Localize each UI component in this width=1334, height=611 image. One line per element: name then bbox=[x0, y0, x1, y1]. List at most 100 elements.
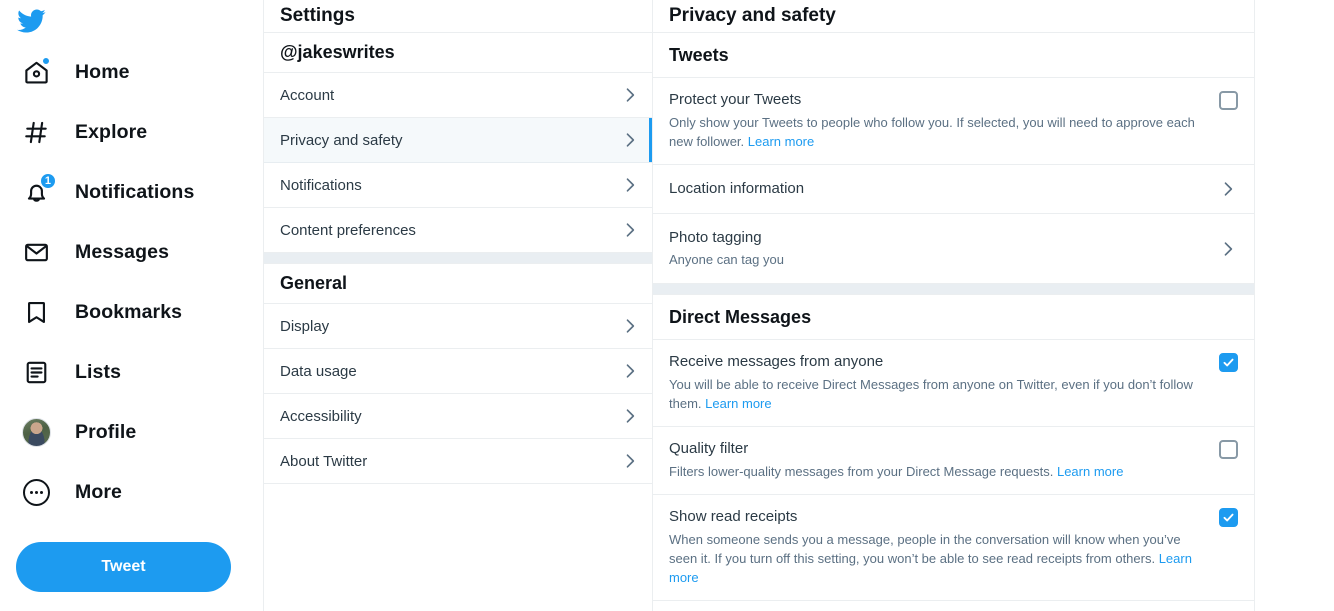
sidebar-label-home: Home bbox=[75, 61, 130, 84]
avatar bbox=[14, 410, 58, 454]
home-icon bbox=[14, 50, 58, 94]
setting-show-read-receipts[interactable]: Show read receipts When someone sends yo… bbox=[653, 495, 1254, 601]
settings-item-label: Display bbox=[280, 318, 620, 335]
twitter-settings-page: Home Explore 1 Notifications bbox=[0, 0, 1334, 611]
setting-text: Show read receipts When someone sends yo… bbox=[669, 507, 1219, 587]
setting-title: Location information bbox=[669, 179, 1204, 199]
protect-tweets-checkbox[interactable] bbox=[1219, 91, 1238, 110]
section-title: Direct Messages bbox=[669, 307, 811, 328]
sidebar-label-notifications: Notifications bbox=[75, 181, 194, 204]
setting-description-text: When someone sends you a message, people… bbox=[669, 532, 1181, 566]
settings-item-label: Accessibility bbox=[280, 408, 620, 425]
chevron-right-icon bbox=[620, 220, 640, 240]
detail-title: Privacy and safety bbox=[669, 5, 836, 27]
settings-item-privacy-and-safety[interactable]: Privacy and safety bbox=[264, 118, 652, 163]
quality-filter-checkbox[interactable] bbox=[1219, 440, 1238, 459]
hashtag-icon bbox=[14, 110, 58, 154]
chevron-right-icon bbox=[620, 130, 640, 150]
sidebar-item-bookmarks[interactable]: Bookmarks bbox=[10, 282, 263, 342]
sidebar-label-bookmarks: Bookmarks bbox=[75, 301, 182, 324]
setting-photo-tagging[interactable]: Photo tagging Anyone can tag you bbox=[653, 214, 1254, 284]
list-icon bbox=[14, 350, 58, 394]
section-title: Tweets bbox=[669, 45, 729, 66]
twitter-logo[interactable] bbox=[10, 0, 263, 42]
setting-subtitle: Anyone can tag you bbox=[669, 250, 1204, 269]
settings-account-header: @jakeswrites bbox=[264, 33, 652, 73]
bell-icon: 1 bbox=[14, 170, 58, 214]
general-label: General bbox=[280, 273, 347, 294]
settings-item-data-usage[interactable]: Data usage bbox=[264, 349, 652, 394]
envelope-icon bbox=[14, 230, 58, 274]
detail-panel: Privacy and safety Tweets Protect your T… bbox=[653, 0, 1255, 611]
setting-description: You will be able to receive Direct Messa… bbox=[669, 375, 1205, 413]
chevron-right-icon bbox=[1218, 239, 1238, 259]
sidebar-item-more[interactable]: More bbox=[10, 462, 263, 522]
section-separator bbox=[264, 253, 652, 264]
setting-title: Receive messages from anyone bbox=[669, 352, 1205, 372]
sidebar-item-home[interactable]: Home bbox=[10, 42, 263, 102]
setting-title: Protect your Tweets bbox=[669, 90, 1205, 110]
chevron-right-icon bbox=[1218, 179, 1238, 199]
sidebar-item-explore[interactable]: Explore bbox=[10, 102, 263, 162]
learn-more-link[interactable]: Learn more bbox=[748, 134, 814, 149]
settings-column: Settings @jakeswrites Account Privacy an… bbox=[263, 0, 653, 611]
sidebar-label-explore: Explore bbox=[75, 121, 147, 144]
settings-item-account[interactable]: Account bbox=[264, 73, 652, 118]
setting-receive-messages-from-anyone[interactable]: Receive messages from anyone You will be… bbox=[653, 340, 1254, 427]
primary-sidebar: Home Explore 1 Notifications bbox=[0, 0, 263, 611]
show-read-receipts-checkbox[interactable] bbox=[1219, 508, 1238, 527]
sidebar-item-messages[interactable]: Messages bbox=[10, 222, 263, 282]
setting-quality-filter[interactable]: Quality filter Filters lower-quality mes… bbox=[653, 427, 1254, 495]
setting-protect-your-tweets[interactable]: Protect your Tweets Only show your Tweet… bbox=[653, 78, 1254, 165]
chevron-right-icon bbox=[620, 316, 640, 336]
chevron-right-icon bbox=[620, 85, 640, 105]
home-badge-dot bbox=[41, 56, 51, 66]
sidebar-item-lists[interactable]: Lists bbox=[10, 342, 263, 402]
settings-item-label: Content preferences bbox=[280, 222, 620, 239]
detail-header: Privacy and safety bbox=[653, 0, 1254, 33]
setting-description-text: Filters lower-quality messages from your… bbox=[669, 464, 1057, 479]
setting-description: Only show your Tweets to people who foll… bbox=[669, 113, 1205, 151]
settings-item-accessibility[interactable]: Accessibility bbox=[264, 394, 652, 439]
setting-description: When someone sends you a message, people… bbox=[669, 530, 1205, 587]
sidebar-item-notifications[interactable]: 1 Notifications bbox=[10, 162, 263, 222]
setting-title: Photo tagging bbox=[669, 228, 1204, 248]
setting-location-information[interactable]: Location information bbox=[653, 165, 1254, 214]
more-circle-icon bbox=[14, 470, 58, 514]
check-icon bbox=[1222, 511, 1235, 524]
setting-text: Photo tagging Anyone can tag you bbox=[669, 228, 1218, 269]
setting-text: Receive messages from anyone You will be… bbox=[669, 352, 1219, 413]
settings-item-display[interactable]: Display bbox=[264, 304, 652, 349]
account-handle: @jakeswrites bbox=[280, 42, 395, 63]
learn-more-link[interactable]: Learn more bbox=[1057, 464, 1123, 479]
section-separator bbox=[653, 284, 1254, 295]
sidebar-label-profile: Profile bbox=[75, 421, 136, 444]
bookmark-icon bbox=[14, 290, 58, 334]
setting-text: Location information bbox=[669, 179, 1218, 199]
detail-section-tweets: Tweets bbox=[653, 33, 1254, 78]
chevron-right-icon bbox=[620, 175, 640, 195]
sidebar-item-profile[interactable]: Profile bbox=[10, 402, 263, 462]
twitter-bird-icon bbox=[16, 6, 46, 36]
settings-item-label: Data usage bbox=[280, 363, 620, 380]
settings-item-label: Account bbox=[280, 87, 620, 104]
sidebar-label-lists: Lists bbox=[75, 361, 121, 384]
check-icon bbox=[1222, 356, 1235, 369]
tweet-button[interactable]: Tweet bbox=[16, 542, 231, 592]
setting-description: Filters lower-quality messages from your… bbox=[669, 462, 1205, 481]
page-title: Settings bbox=[280, 5, 355, 27]
settings-item-about-twitter[interactable]: About Twitter bbox=[264, 439, 652, 484]
learn-more-link[interactable]: Learn more bbox=[705, 396, 771, 411]
receive-messages-checkbox[interactable] bbox=[1219, 353, 1238, 372]
chevron-right-icon bbox=[620, 406, 640, 426]
avatar-icon bbox=[22, 418, 51, 447]
settings-item-notifications[interactable]: Notifications bbox=[264, 163, 652, 208]
settings-header: Settings bbox=[264, 0, 652, 33]
chevron-right-icon bbox=[620, 451, 640, 471]
sidebar-label-messages: Messages bbox=[75, 241, 169, 264]
setting-text: Protect your Tweets Only show your Tweet… bbox=[669, 90, 1219, 151]
settings-item-label: About Twitter bbox=[280, 453, 620, 470]
settings-item-content-preferences[interactable]: Content preferences bbox=[264, 208, 652, 253]
settings-item-label: Privacy and safety bbox=[280, 132, 620, 149]
chevron-right-icon bbox=[620, 361, 640, 381]
